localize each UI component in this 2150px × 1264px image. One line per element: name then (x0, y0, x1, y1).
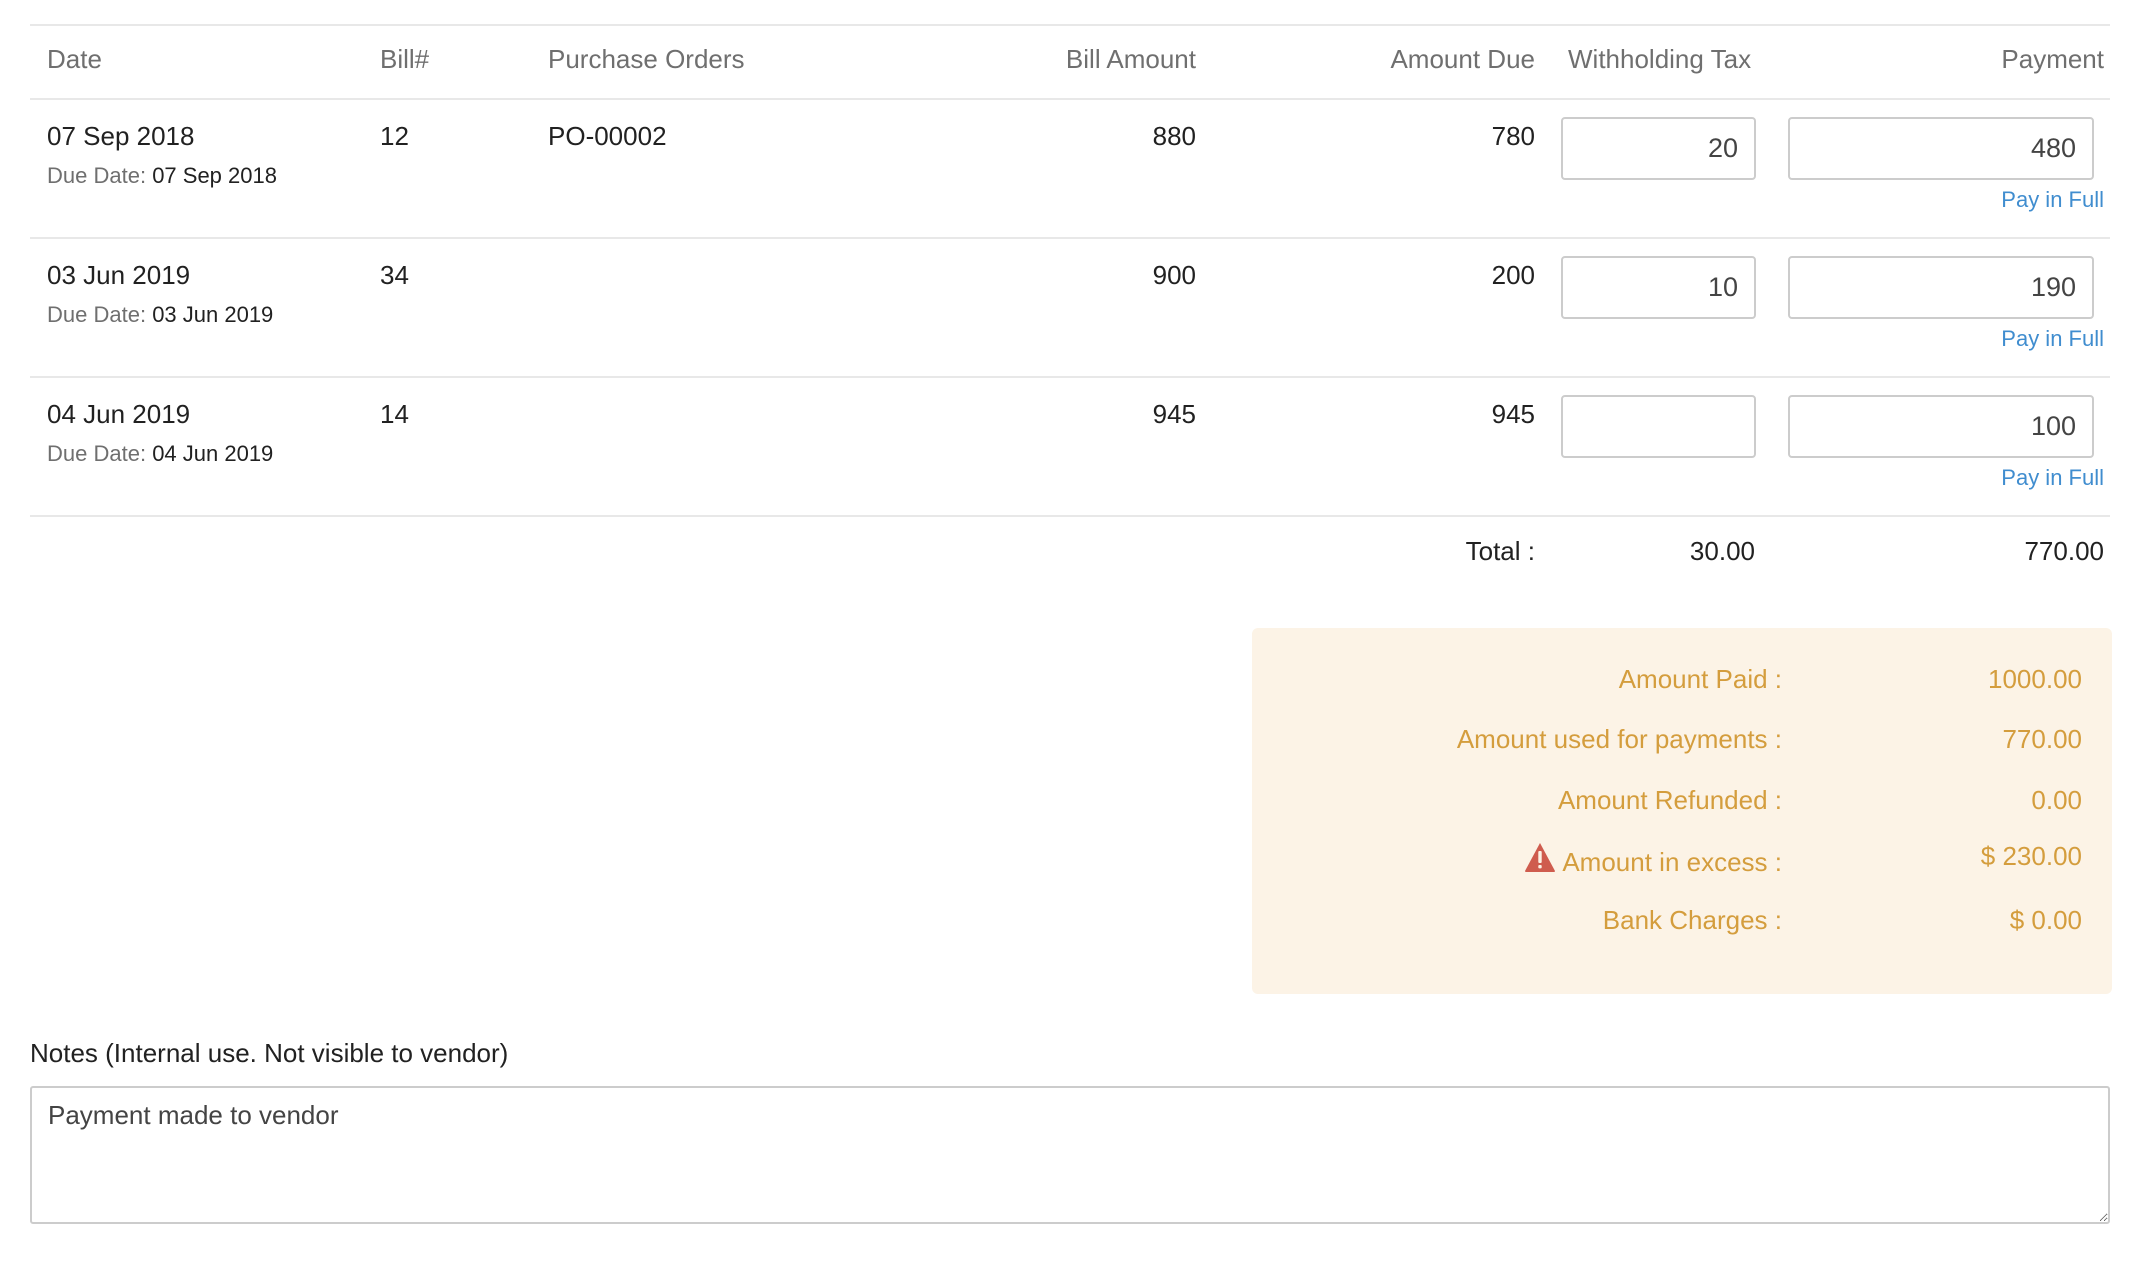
due-date-value: 07 Sep 2018 (152, 163, 277, 188)
notes-label: Notes (Internal use. Not visible to vend… (30, 1038, 509, 1068)
bill-date: 07 Sep 2018 (47, 121, 195, 151)
bank-charges-label: Bank Charges : (1602, 905, 1782, 935)
amount-used-value: 770.00 (2002, 724, 2082, 754)
bill-date: 04 Jun 2019 (47, 399, 191, 429)
bill-number: 34 (380, 260, 409, 290)
bill-amount: 900 (1152, 260, 1196, 290)
bill-number: 14 (380, 399, 409, 429)
amount-paid-value: 1000.00 (1988, 664, 2082, 694)
bill-amount: 945 (1152, 399, 1196, 429)
table-top-border (30, 24, 2110, 26)
pay-in-full-link[interactable]: Pay in Full (2001, 187, 2104, 213)
amount-excess-label-row: Amount in excess : (1524, 842, 1782, 878)
due-date: Due Date: 04 Jun 2019 (47, 441, 273, 467)
header-date: Date (47, 44, 102, 74)
payment-summary: Amount Paid : 1000.00 Amount used for pa… (1252, 628, 2112, 994)
table-header-border (30, 98, 2110, 100)
bank-charges-value: $ 0.00 (2009, 905, 2082, 935)
due-date-label: Due Date: (47, 441, 147, 466)
due-date: Due Date: 07 Sep 2018 (47, 163, 277, 189)
warning-icon (1525, 843, 1556, 872)
header-payment: Payment (2001, 44, 2104, 74)
bill-number: 12 (380, 121, 409, 151)
amount-excess-label: Amount in excess : (1562, 847, 1782, 877)
amount-refunded-value: 0.00 (2031, 785, 2082, 815)
due-date-label: Due Date: (47, 163, 147, 188)
due-date: Due Date: 03 Jun 2019 (47, 302, 273, 328)
payment-input[interactable] (1788, 117, 2094, 180)
withholding-tax-input[interactable] (1561, 256, 1756, 319)
amount-used-label: Amount used for payments : (1456, 724, 1782, 754)
payment-input[interactable] (1788, 256, 2094, 319)
row-divider (30, 237, 2110, 239)
due-date-value: 04 Jun 2019 (152, 441, 274, 466)
amount-due: 200 (1491, 260, 1535, 290)
pay-in-full-link[interactable]: Pay in Full (2001, 326, 2104, 352)
amount-due: 780 (1491, 121, 1535, 151)
total-payment: 770.00 (2024, 536, 2104, 566)
payment-input[interactable] (1788, 395, 2094, 458)
amount-paid-label: Amount Paid : (1618, 664, 1782, 694)
due-date-value: 03 Jun 2019 (152, 302, 274, 327)
due-date-label: Due Date: (47, 302, 147, 327)
amount-refunded-label: Amount Refunded : (1557, 785, 1782, 815)
header-purchase-orders: Purchase Orders (548, 44, 745, 74)
bill-amount: 880 (1152, 121, 1196, 151)
header-withholding-tax: Withholding Tax (1568, 44, 1752, 74)
purchase-order: PO-00002 (548, 121, 667, 151)
total-label: Total : (1465, 536, 1535, 566)
header-bill-amount: Bill Amount (1065, 44, 1196, 74)
amount-due: 945 (1491, 399, 1535, 429)
notes-textarea[interactable] (30, 1086, 2110, 1224)
header-amount-due: Amount Due (1390, 44, 1535, 74)
total-withholding-tax: 30.00 (1689, 536, 1755, 566)
row-divider (30, 376, 2110, 378)
header-bill-number: Bill# (380, 44, 430, 74)
row-divider (30, 515, 2110, 517)
pay-in-full-link[interactable]: Pay in Full (2001, 465, 2104, 491)
amount-excess-value: $ 230.00 (1980, 841, 2082, 871)
withholding-tax-input[interactable] (1561, 395, 1756, 458)
bill-date: 03 Jun 2019 (47, 260, 191, 290)
withholding-tax-input[interactable] (1561, 117, 1756, 180)
